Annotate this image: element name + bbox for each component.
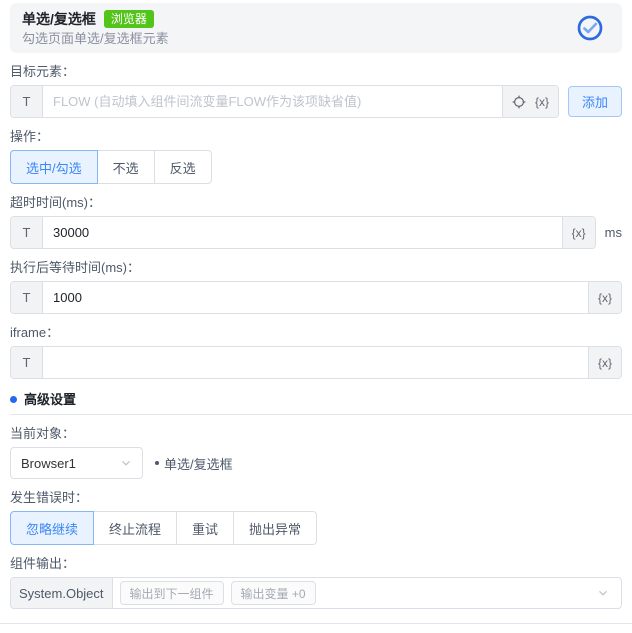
on-error-label: 发生错误时： bbox=[10, 490, 89, 505]
action-option-invert[interactable]: 反选 bbox=[153, 150, 212, 184]
bullet-icon bbox=[155, 461, 159, 465]
variable-token-icon[interactable]: {x} bbox=[598, 356, 612, 370]
target-element-label: 目标元素： bbox=[10, 64, 76, 79]
component-output-label: 组件输出： bbox=[10, 556, 76, 571]
action-option-check[interactable]: 选中/勾选 bbox=[10, 150, 98, 184]
type-prefix: T bbox=[11, 86, 43, 117]
element-picker-icon[interactable] bbox=[512, 95, 526, 109]
type-prefix: T bbox=[11, 347, 43, 378]
output-chip-variables[interactable]: 输出变量 +0 bbox=[230, 581, 316, 605]
iframe-input[interactable] bbox=[43, 347, 588, 378]
current-object-select[interactable]: Browser1 bbox=[10, 447, 143, 479]
output-chips: 输出到下一组件 输出变量 +0 bbox=[113, 578, 597, 608]
wait-after-suffix: {x} bbox=[587, 282, 621, 313]
timeout-input-group: T {x} bbox=[10, 216, 596, 249]
current-object-row: Browser1 单选/复选框 bbox=[10, 447, 622, 479]
browser-badge: 浏览器 bbox=[103, 10, 154, 28]
output-type: System.Object bbox=[11, 578, 113, 608]
page-title: 单选/复选框 bbox=[22, 11, 96, 27]
header-text: 单选/复选框 浏览器 勾选页面单选/复选框元素 bbox=[22, 10, 169, 46]
properties-panel: 单选/复选框 浏览器 勾选页面单选/复选框元素 目标元素： T FLOW (自动… bbox=[0, 0, 632, 624]
variable-token-icon[interactable]: {x} bbox=[535, 95, 549, 109]
output-chip-next-component[interactable]: 输出到下一组件 bbox=[119, 581, 224, 605]
wait-after-input[interactable] bbox=[43, 282, 588, 313]
wait-after-label: 执行后等待时间(ms)： bbox=[10, 260, 140, 275]
chevron-down-icon bbox=[597, 578, 621, 608]
wait-after-row: T {x} bbox=[10, 281, 622, 314]
on-error-option-stop[interactable]: 终止流程 bbox=[93, 511, 178, 545]
on-error-option-throw[interactable]: 抛出异常 bbox=[233, 511, 318, 545]
type-prefix: T bbox=[11, 282, 43, 313]
component-description: 勾选页面单选/复选框元素 bbox=[22, 31, 169, 46]
wait-after-input-group: T {x} bbox=[10, 281, 622, 314]
iframe-input-group: T {x} bbox=[10, 346, 622, 379]
section-divider bbox=[10, 414, 632, 415]
advanced-settings-title: 高级设置 bbox=[24, 392, 77, 407]
timeout-unit: ms bbox=[604, 225, 622, 240]
current-object-note-text: 单选/复选框 bbox=[164, 456, 233, 472]
checkbox-component-icon bbox=[576, 14, 604, 42]
current-object-note: 单选/复选框 bbox=[155, 454, 233, 473]
iframe-suffix: {x} bbox=[587, 347, 621, 378]
iframe-row: T {x} bbox=[10, 346, 622, 379]
variable-token-icon[interactable]: {x} bbox=[572, 226, 586, 240]
chevron-down-icon bbox=[120, 457, 132, 469]
target-element-suffix: {x} bbox=[501, 86, 558, 117]
on-error-option-retry[interactable]: 重试 bbox=[176, 511, 235, 545]
on-error-option-ignore[interactable]: 忽略继续 bbox=[10, 511, 95, 545]
timeout-label: 超时时间(ms)： bbox=[10, 195, 101, 210]
action-label: 操作： bbox=[10, 129, 50, 144]
bottom-divider bbox=[0, 623, 632, 624]
on-error-toggle-group: 忽略继续 终止流程 重试 抛出异常 bbox=[10, 511, 622, 545]
timeout-suffix: {x} bbox=[561, 217, 595, 248]
current-object-label: 当前对象： bbox=[10, 426, 76, 441]
component-output-control[interactable]: System.Object 输出到下一组件 输出变量 +0 bbox=[10, 577, 622, 609]
advanced-settings-heading: 高级设置 bbox=[10, 392, 622, 407]
section-dot-icon bbox=[10, 396, 17, 403]
component-header: 单选/复选框 浏览器 勾选页面单选/复选框元素 bbox=[10, 3, 622, 53]
target-element-row: T {x} 添加 bbox=[10, 85, 622, 118]
action-option-uncheck[interactable]: 不选 bbox=[96, 150, 155, 184]
target-element-input[interactable] bbox=[43, 86, 502, 117]
current-object-value: Browser1 bbox=[21, 455, 76, 471]
iframe-label: iframe： bbox=[10, 325, 60, 340]
variable-token-icon[interactable]: {x} bbox=[598, 291, 612, 305]
add-button[interactable]: 添加 bbox=[567, 86, 622, 117]
type-prefix: T bbox=[11, 217, 43, 248]
target-element-input-group: T {x} bbox=[10, 85, 559, 118]
timeout-input[interactable] bbox=[43, 217, 562, 248]
action-toggle-group: 选中/勾选 不选 反选 bbox=[10, 150, 622, 184]
timeout-row: T {x} ms bbox=[10, 216, 622, 249]
